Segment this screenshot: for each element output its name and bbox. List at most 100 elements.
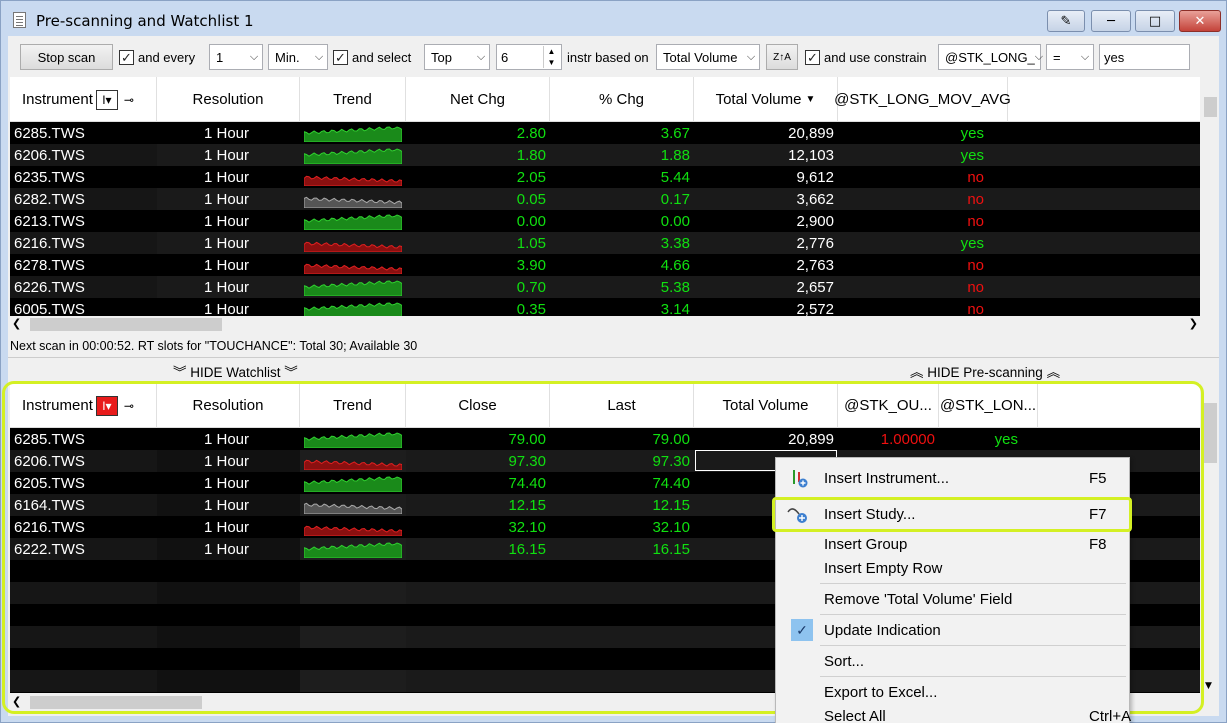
- constrain-field-select[interactable]: @STK_LONG_ ⌵: [938, 44, 1043, 70]
- sort-za-button[interactable]: Z↑A: [766, 44, 798, 70]
- checkbox-icon: ✓: [119, 49, 134, 65]
- pin-window-button[interactable]: ✎: [1047, 10, 1085, 32]
- cell-instrument: [10, 560, 157, 582]
- table-row[interactable]: 6213.TWS 1 Hour 0.00 0.00 2,900 no: [10, 210, 1200, 232]
- cell-volume: 3,662: [796, 190, 834, 208]
- menu-insert-instrument[interactable]: Insert Instrument... F5: [776, 466, 1129, 490]
- pin-icon[interactable]: ⊸: [124, 93, 134, 107]
- maximize-button[interactable]: □: [1135, 10, 1175, 32]
- scroll-thumb[interactable]: [30, 318, 222, 331]
- menu-export-excel[interactable]: Export to Excel...: [776, 680, 1129, 704]
- table-row[interactable]: 6226.TWS 1 Hour 0.70 5.38 2,657 no: [10, 276, 1200, 298]
- scroll-left-icon[interactable]: ❮: [12, 695, 21, 708]
- col-instrument[interactable]: Instrument I▾ ⊸: [10, 77, 157, 122]
- cell-resolution: 1 Hour: [203, 190, 250, 208]
- minimize-button[interactable]: ─: [1091, 10, 1131, 32]
- col-resolution[interactable]: Resolution: [157, 77, 300, 122]
- prescan-header: Instrument I▾ ⊸ Resolution Trend Net Chg %…: [10, 77, 1200, 122]
- menu-insert-group[interactable]: Insert Group F8: [776, 532, 1129, 556]
- interval-unit-select[interactable]: Min. ⌵: [268, 44, 328, 70]
- close-icon: ✕: [1194, 13, 1206, 29]
- cell-trend: [300, 210, 406, 232]
- cell-avg: yes: [960, 124, 984, 142]
- col-pct-chg[interactable]: % Chg: [550, 77, 694, 122]
- constrain-op-select[interactable]: = ⌵: [1046, 44, 1094, 70]
- menu-update-indication[interactable]: ✓ Update Indication: [776, 618, 1129, 642]
- document-icon: [13, 12, 26, 28]
- col-resolution[interactable]: Resolution: [157, 383, 300, 428]
- col-stk-ou[interactable]: @STK_OU...: [838, 383, 939, 428]
- cell-resolution: 1 Hour: [157, 472, 300, 494]
- cell-avg: no: [967, 278, 984, 296]
- col-total-volume[interactable]: Total Volume ▼: [694, 77, 838, 122]
- hide-watchlist-toggle[interactable]: ︾ HIDE Watchlist ︾: [173, 361, 298, 381]
- trend-sparkline: [304, 542, 402, 558]
- chevron-down-icon: ︾: [173, 365, 191, 380]
- cell-net-chg: 2.80: [516, 124, 546, 142]
- interval-unit: Min.: [275, 49, 300, 65]
- constrain-value-input[interactable]: yes: [1099, 44, 1190, 70]
- menu-remove-field[interactable]: Remove 'Total Volume' Field: [776, 587, 1129, 611]
- col-last[interactable]: Last: [550, 383, 694, 428]
- table-row[interactable]: 6282.TWS 1 Hour 0.05 0.17 3,662 no: [10, 188, 1200, 210]
- and-every-checkbox[interactable]: ✓ and every: [119, 44, 204, 70]
- watchlist-vscroll[interactable]: ▼: [1202, 383, 1219, 693]
- cell-trend: [300, 122, 406, 144]
- cell-pct-chg: 3.38: [660, 234, 690, 252]
- col-trend[interactable]: Trend: [300, 77, 406, 122]
- table-row[interactable]: 6005.TWS 1 Hour 0.35 3.14 2,572 no: [10, 298, 1200, 316]
- table-row[interactable]: 6285.TWS 1 Hour 79.00 79.00 20,899 1.00000 yes: [10, 428, 1200, 450]
- menu-separator: [820, 614, 1126, 615]
- col-trend[interactable]: Trend: [300, 383, 406, 428]
- close-button[interactable]: ✕: [1179, 10, 1221, 32]
- stop-scan-button[interactable]: Stop scan: [20, 44, 113, 70]
- col-stk-long-mov-avg[interactable]: @STK_LONG_MOV_AVG: [834, 77, 1011, 122]
- table-row[interactable]: 6206.TWS 1 Hour 1.80 1.88 12,103 yes: [10, 144, 1200, 166]
- hide-prescanning-toggle[interactable]: ︽ HIDE Pre-scanning ︽: [910, 361, 1060, 381]
- based-on-select[interactable]: Total Volume ⌵: [656, 44, 760, 70]
- cell-close: [406, 604, 550, 626]
- cell-pct-chg: 3.14: [660, 300, 690, 317]
- and-select-checkbox[interactable]: ✓ and select: [333, 44, 421, 70]
- col-close[interactable]: Close: [406, 383, 550, 428]
- col-stk-lon[interactable]: @STK_LON...: [939, 383, 1038, 428]
- table-row[interactable]: 6216.TWS 1 Hour 1.05 3.38 2,776 yes: [10, 232, 1200, 254]
- menu-label: Insert Group: [824, 535, 908, 553]
- cell-close: 79.00: [508, 430, 546, 448]
- cell-resolution: [157, 582, 300, 604]
- cell-pct-chg: 3.67: [660, 124, 690, 142]
- instrument-menu-icon[interactable]: I▾: [95, 89, 118, 110]
- cell-pct-chg: 4.66: [660, 256, 690, 274]
- scroll-thumb[interactable]: [30, 696, 202, 709]
- cell-net-chg: 1.80: [516, 146, 546, 164]
- menu-sort[interactable]: Sort...: [776, 649, 1129, 673]
- instrument-menu-icon[interactable]: I▾: [95, 395, 118, 416]
- select-mode-select[interactable]: Top ⌵: [424, 44, 490, 70]
- interval-value-select[interactable]: 1 ⌵: [209, 44, 263, 70]
- scroll-right-icon[interactable]: ❯: [1189, 317, 1198, 330]
- stepper-arrows-icon[interactable]: ▲ ▼: [543, 46, 559, 68]
- scroll-thumb[interactable]: [1204, 97, 1217, 117]
- table-row[interactable]: 6235.TWS 1 Hour 2.05 5.44 9,612 no: [10, 166, 1200, 188]
- select-count-stepper[interactable]: 6 ▲ ▼: [496, 44, 562, 70]
- hide-prescanning-label: HIDE Pre-scanning: [927, 365, 1043, 380]
- trend-sparkline: [304, 175, 402, 186]
- cell-net-chg: 0.35: [516, 300, 546, 317]
- prescan-vscroll[interactable]: [1202, 77, 1219, 316]
- scroll-left-icon[interactable]: ❮: [12, 317, 21, 330]
- scroll-thumb[interactable]: [1204, 403, 1217, 463]
- prescan-hscroll[interactable]: ❮ ❯: [10, 316, 1202, 333]
- col-instrument-label: Instrument: [22, 91, 93, 108]
- scroll-down-icon[interactable]: ▼: [1205, 681, 1212, 691]
- table-row[interactable]: 6285.TWS 1 Hour 2.80 3.67 20,899 yes: [10, 122, 1200, 144]
- menu-select-all[interactable]: Select All Ctrl+A: [776, 704, 1131, 723]
- cell-net-chg: 3.90: [516, 256, 546, 274]
- col-total-volume[interactable]: Total Volume: [694, 383, 838, 428]
- table-row[interactable]: 6278.TWS 1 Hour 3.90 4.66 2,763 no: [10, 254, 1200, 276]
- menu-insert-empty-row[interactable]: Insert Empty Row: [776, 556, 1129, 580]
- use-constrain-checkbox[interactable]: ✓ and use constrain: [805, 44, 935, 70]
- pin-icon[interactable]: ⊸: [124, 399, 134, 413]
- cell-last: 97.30: [652, 452, 690, 470]
- col-instrument[interactable]: Instrument I▾ ⊸: [10, 383, 157, 428]
- col-net-chg[interactable]: Net Chg: [406, 77, 550, 122]
